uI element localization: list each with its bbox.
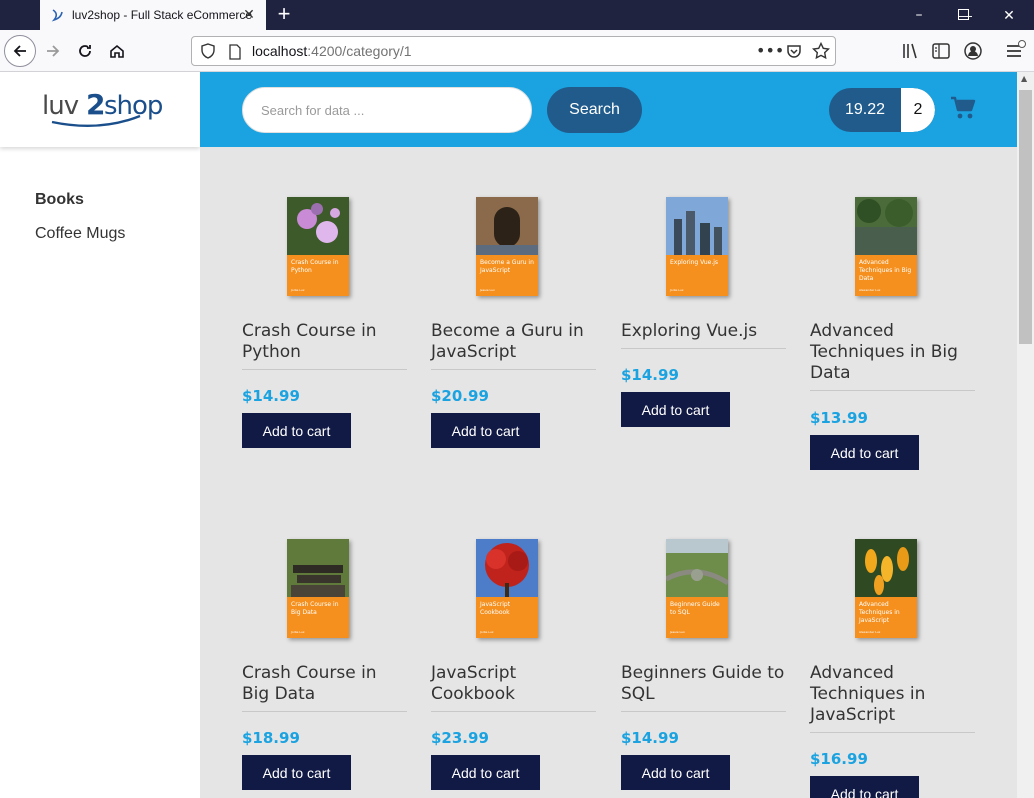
product-image[interactable]: JavaScript Cookbook Jodie Lux (476, 539, 538, 638)
sidebar: luv 2 shop Books Coffee Mugs (0, 72, 200, 798)
cart-total-price: 19.22 (844, 101, 886, 118)
cart-total-quantity: 2 (901, 88, 935, 132)
product-name[interactable]: Become a Guru in JavaScript (431, 321, 596, 370)
product-price: $14.99 (621, 366, 679, 384)
svg-text:2: 2 (86, 88, 105, 121)
header: Search 19.22 2 (200, 72, 1017, 147)
product-name[interactable]: Advanced Techniques in Big Data (810, 321, 975, 391)
url-text[interactable]: localhost:4200/category/1 (252, 43, 412, 59)
product-price: $14.99 (242, 387, 300, 405)
logo-area: luv 2 shop (0, 72, 200, 147)
product-image[interactable]: Advanced Techniques in JavaScript Alexan… (855, 539, 917, 638)
minimize-icon[interactable]: – (896, 0, 942, 30)
page-scrollbar[interactable]: ▲ (1017, 72, 1034, 798)
product-price: $16.99 (810, 750, 868, 768)
tab-title: luv2shop - Full Stack eCommerce (72, 8, 252, 22)
add-to-cart-button[interactable]: Add to cart (242, 413, 351, 448)
product-price: $13.99 (810, 409, 868, 427)
site-favicon-icon (50, 8, 64, 22)
product-grid: Crash Course in Python Jodie Lux Crash C… (200, 147, 1017, 798)
menu-icon[interactable] (1004, 40, 1026, 62)
svg-text:luv: luv (42, 91, 79, 121)
back-button[interactable] (4, 35, 36, 67)
product-name[interactable]: JavaScript Cookbook (431, 663, 596, 712)
search-input[interactable] (242, 87, 532, 133)
product-name[interactable]: Crash Course in Big Data (242, 663, 407, 712)
add-to-cart-button[interactable]: Add to cart (242, 755, 351, 790)
browser-tab-bar: luv2shop - Full Stack eCommerce ✕ + — ✕ (0, 0, 1034, 30)
sidebar-toggle-icon[interactable] (930, 40, 952, 62)
bookmark-star-icon[interactable] (812, 42, 830, 60)
forward-button[interactable] (38, 36, 68, 66)
account-icon[interactable] (962, 40, 984, 62)
new-tab-button[interactable]: + (272, 3, 296, 27)
shopping-cart-icon[interactable] (950, 96, 976, 120)
product-image[interactable]: Beginners Guide to SQL Jessie Lux (666, 539, 728, 638)
luv2shop-logo[interactable]: luv 2 shop (40, 86, 162, 130)
home-button[interactable] (102, 36, 132, 66)
reload-button[interactable] (70, 36, 100, 66)
product-image[interactable]: Crash Course in Python Jodie Lux (287, 197, 349, 296)
scroll-up-arrow-icon[interactable]: ▲ (1021, 74, 1027, 83)
product-name[interactable]: Exploring Vue.js (621, 321, 786, 349)
product-image[interactable]: Crash Course in Big Data Jodie Lux (287, 539, 349, 638)
add-to-cart-button[interactable]: Add to cart (810, 435, 919, 470)
product-price: $14.99 (621, 729, 679, 747)
product-image[interactable]: Become a Guru in JavaScript Jessie Lux (476, 197, 538, 296)
pocket-icon[interactable] (786, 43, 802, 59)
scrollbar-thumb[interactable] (1019, 90, 1032, 344)
add-to-cart-button[interactable]: Add to cart (431, 413, 540, 448)
search-button[interactable]: Search (547, 87, 642, 133)
product-price: $18.99 (242, 729, 300, 747)
page-actions-icon[interactable]: ••• (756, 41, 784, 60)
tracking-shield-icon[interactable] (200, 43, 216, 59)
product-name[interactable]: Advanced Techniques in JavaScript (810, 663, 975, 733)
web-page: luv 2 shop Books Coffee Mugs Search 19.2… (0, 72, 1034, 798)
cart-status[interactable]: 19.22 2 (829, 88, 935, 132)
product-name[interactable]: Crash Course in Python (242, 321, 407, 370)
svg-text:shop: shop (104, 91, 162, 121)
tab-close-icon[interactable]: ✕ (240, 6, 258, 24)
close-window-button[interactable]: ✕ (986, 0, 1032, 30)
page-info-icon[interactable] (228, 44, 242, 60)
product-image[interactable]: Exploring Vue.js Jodie Lux (666, 197, 728, 296)
add-to-cart-button[interactable]: Add to cart (621, 392, 730, 427)
library-icon[interactable] (900, 40, 922, 62)
maximize-icon[interactable] (958, 9, 969, 20)
product-image[interactable]: Advanced Techniques in Big Data Alexande… (855, 197, 917, 296)
category-coffee-mugs-link[interactable]: Coffee Mugs (35, 225, 125, 243)
add-to-cart-button[interactable]: Add to cart (621, 755, 730, 790)
product-price: $20.99 (431, 387, 489, 405)
add-to-cart-button[interactable]: Add to cart (431, 755, 540, 790)
product-price: $23.99 (431, 729, 489, 747)
category-books-link[interactable]: Books (35, 191, 84, 209)
add-to-cart-button[interactable]: Add to cart (810, 776, 919, 798)
product-name[interactable]: Beginners Guide to SQL (621, 663, 786, 712)
browser-tab[interactable]: luv2shop - Full Stack eCommerce ✕ (40, 0, 266, 30)
url-bar[interactable]: localhost:4200/category/1 ••• (191, 36, 836, 66)
browser-nav-bar: localhost:4200/category/1 ••• (0, 30, 1034, 72)
